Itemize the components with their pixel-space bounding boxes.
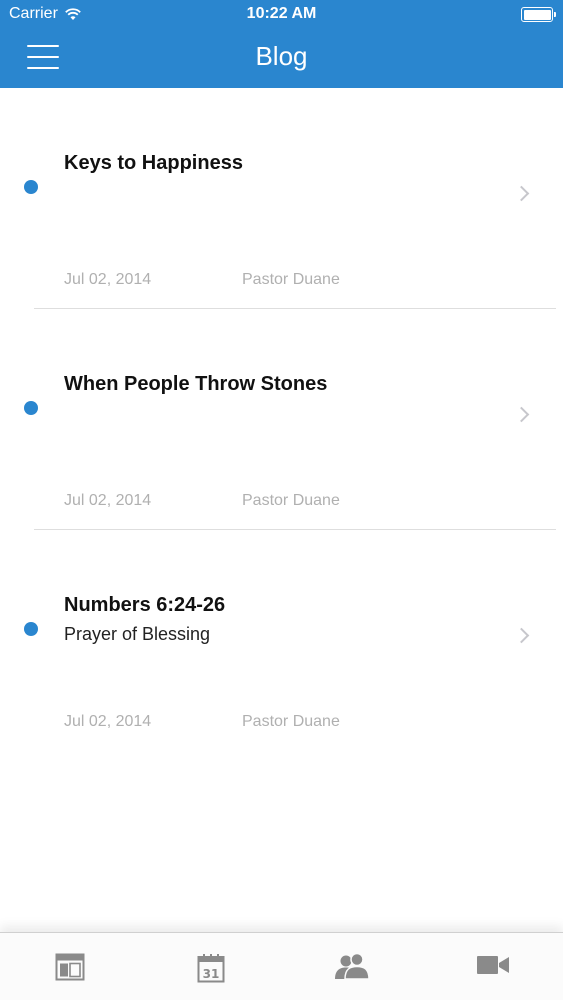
post-title: Keys to Happiness bbox=[64, 152, 243, 174]
post-date: Jul 02, 2014 bbox=[64, 271, 152, 288]
tab-layout[interactable] bbox=[0, 933, 140, 1000]
layout-icon bbox=[55, 953, 85, 981]
tab-bar: 31 bbox=[0, 932, 563, 1000]
chevron-right-icon bbox=[513, 185, 530, 202]
post-title: When People Throw Stones bbox=[64, 373, 328, 395]
status-time: 10:22 AM bbox=[246, 5, 317, 22]
battery-icon bbox=[521, 7, 556, 22]
navigation-bar: Blog bbox=[0, 30, 563, 88]
post-subtitle: Prayer of Blessing bbox=[64, 624, 211, 644]
chevron-right-icon bbox=[513, 406, 530, 423]
post-author: Pastor Duane bbox=[242, 713, 340, 730]
blog-post-item[interactable]: When People Throw Stones Jul 02, 2014 Pa… bbox=[0, 309, 563, 530]
blog-post-item[interactable]: Numbers 6:24-26 Prayer of Blessing Jul 0… bbox=[0, 530, 563, 751]
status-bar: Carrier 10:22 AM bbox=[0, 0, 563, 30]
blog-post-item[interactable]: Keys to Happiness Jul 02, 2014 Pastor Du… bbox=[0, 88, 563, 309]
unread-dot-icon bbox=[24, 180, 38, 194]
unread-dot-icon bbox=[24, 622, 38, 636]
video-camera-icon bbox=[477, 956, 509, 974]
post-date: Jul 02, 2014 bbox=[64, 713, 152, 730]
calendar-icon: 31 bbox=[197, 954, 225, 983]
post-title: Numbers 6:24-26 bbox=[64, 594, 226, 616]
post-date: Jul 02, 2014 bbox=[64, 492, 152, 509]
tab-video[interactable] bbox=[423, 933, 563, 1000]
app-header: Carrier 10:22 AM Blog bbox=[0, 0, 563, 88]
people-icon bbox=[335, 953, 370, 980]
post-author: Pastor Duane bbox=[242, 271, 340, 288]
page-title: Blog bbox=[255, 41, 308, 71]
tab-calendar[interactable]: 31 bbox=[141, 933, 281, 1000]
calendar-day-label: 31 bbox=[203, 967, 220, 981]
blog-post-list: Keys to Happiness Jul 02, 2014 Pastor Du… bbox=[0, 88, 563, 751]
post-author: Pastor Duane bbox=[242, 492, 340, 509]
tab-people[interactable] bbox=[282, 933, 422, 1000]
chevron-right-icon bbox=[513, 627, 530, 644]
unread-dot-icon bbox=[24, 401, 38, 415]
